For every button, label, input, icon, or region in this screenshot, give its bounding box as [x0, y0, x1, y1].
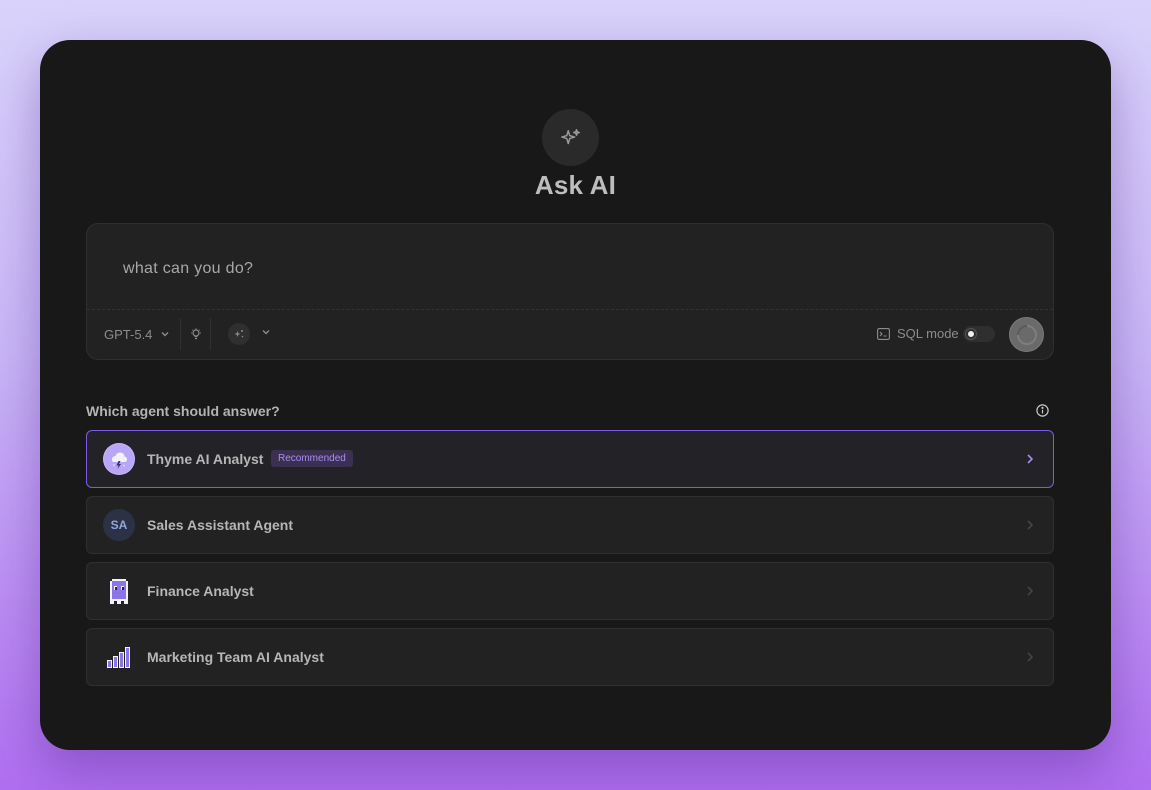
sql-mode-label: SQL mode [897, 326, 959, 341]
agent-option-marketing[interactable]: Marketing Team AI Analyst [86, 628, 1054, 686]
model-selector[interactable]: GPT-5.4 [95, 318, 182, 350]
sql-mode-label-group: SQL mode [877, 326, 959, 341]
sql-mode-toggle[interactable] [963, 326, 995, 342]
composer-divider [87, 309, 1053, 310]
agent-name: Finance Analyst [147, 583, 254, 599]
terminal-icon [877, 327, 890, 340]
agent-list: Thyme AI Analyst Recommended SA Sales As… [86, 430, 1054, 694]
toggle-knob [966, 329, 976, 339]
model-label: GPT-5.4 [104, 326, 153, 342]
bar-chart-icon [107, 647, 130, 668]
chevron-right-icon [1027, 520, 1034, 530]
query-input[interactable]: what can you do? [123, 260, 253, 278]
sparkle-icon [560, 128, 580, 144]
chevron-right-icon [1027, 652, 1034, 662]
chevron-right-icon [1027, 454, 1034, 464]
lightbulb-icon [190, 328, 201, 340]
agent-option-thyme[interactable]: Thyme AI Analyst Recommended [86, 430, 1054, 488]
sparkle-logo [542, 109, 599, 166]
chevron-right-icon [1027, 586, 1034, 596]
recommended-badge: Recommended [271, 450, 353, 467]
ask-ai-panel: Ask AI what can you do? GPT-5.4 SQL mode… [40, 40, 1111, 750]
agent-option-finance[interactable]: Finance Analyst [86, 562, 1054, 620]
agent-section-heading: Which agent should answer? [86, 403, 280, 419]
finance-avatar [103, 575, 135, 607]
send-button[interactable] [1009, 317, 1044, 352]
ghost-icon [110, 579, 128, 604]
sales-avatar: SA [103, 509, 135, 541]
sparkle-small-icon [234, 330, 244, 338]
info-icon[interactable] [1036, 404, 1049, 417]
marketing-avatar [103, 641, 135, 673]
agent-name: Marketing Team AI Analyst [147, 649, 324, 665]
chevron-down-icon [161, 332, 169, 337]
agent-name: Thyme AI Analyst [147, 451, 264, 467]
loading-spinner-icon [1016, 324, 1037, 345]
agent-name: Sales Assistant Agent [147, 517, 294, 533]
composer: what can you do? GPT-5.4 SQL mode [86, 223, 1054, 360]
agent-option-sales[interactable]: SA Sales Assistant Agent [86, 496, 1054, 554]
tools-button[interactable] [228, 323, 250, 345]
reasoning-button[interactable] [181, 318, 211, 350]
thyme-avatar [103, 443, 135, 475]
cloud-bolt-icon [104, 444, 134, 474]
composer-toolbar: GPT-5.4 SQL mode [95, 316, 1045, 352]
page-title: Ask AI [534, 170, 617, 200]
chevron-down-icon[interactable] [261, 327, 271, 337]
